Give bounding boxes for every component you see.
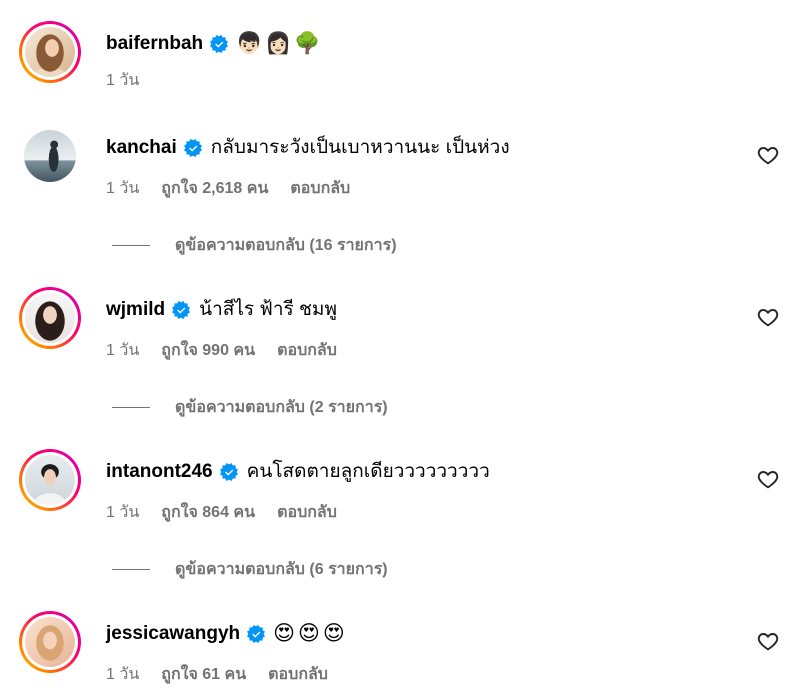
comment-item: jessicawangyh 😍😍😍 1 วัน ถูกใจ 61 คน ตอบก…	[0, 611, 800, 691]
view-replies-button[interactable]: ดูข้อความตอบกลับ (6 รายการ)	[112, 556, 388, 582]
comment-text: 😍😍😍	[273, 622, 348, 645]
reply-button[interactable]: ตอบกลับ	[268, 662, 328, 687]
view-replies-button[interactable]: ดูข้อความตอบกลับ (16 รายการ)	[112, 232, 397, 258]
comment-meta: 1 วัน	[106, 67, 139, 93]
like-count[interactable]: ถูกใจ 864 คน	[161, 500, 255, 525]
heart-icon[interactable]	[756, 143, 780, 167]
comment-meta: 1 วัน ถูกใจ 61 คน ตอบกลับ	[106, 661, 328, 687]
like-count[interactable]: ถูกใจ 2,618 คน	[161, 176, 268, 201]
heart-icon[interactable]	[756, 629, 780, 653]
replies-divider-line	[112, 244, 150, 246]
verified-badge-icon	[172, 301, 191, 319]
comment-header: kanchai กลับมาระวังเป็นเบาหวานนะ เป็นห่ว…	[106, 135, 510, 161]
username[interactable]: kanchai	[106, 135, 177, 161]
comment-text: น้าสีไร ฟ้ารี ชมพู	[199, 299, 337, 320]
like-button[interactable]	[756, 629, 780, 653]
comment-item: baifernbah 👦🏻👩🏻🌳 1 วัน	[0, 21, 800, 101]
comment-time[interactable]: 1 วัน	[106, 176, 139, 201]
avatar-photo	[24, 130, 76, 182]
comment-meta: 1 วัน ถูกใจ 990 คน ตอบกลับ	[106, 337, 337, 363]
comment-header: wjmild น้าสีไร ฟ้ารี ชมพู	[106, 297, 337, 323]
comment-time[interactable]: 1 วัน	[106, 338, 139, 363]
comment-header: intanont246 คนโสดตายลูกเดียววววววววว	[106, 459, 490, 485]
username[interactable]: jessicawangyh	[106, 621, 240, 647]
avatar-photo	[25, 293, 75, 343]
comment-header: jessicawangyh 😍😍😍	[106, 621, 348, 647]
reply-button[interactable]: ตอบกลับ	[277, 500, 337, 525]
verified-badge-icon	[247, 625, 266, 643]
comment-text: กลับมาระวังเป็นเบาหวานนะ เป็นห่วง	[210, 137, 510, 158]
view-replies-label: ดูข้อความตอบกลับ (6 รายการ)	[175, 560, 388, 578]
username[interactable]: wjmild	[106, 297, 165, 323]
comment-text: 👦🏻👩🏻🌳	[236, 32, 324, 55]
verified-badge-icon	[219, 463, 238, 481]
username[interactable]: intanont246	[106, 459, 213, 485]
comment-item: intanont246 คนโสดตายลูกเดียววววววววว 1 ว…	[0, 449, 800, 584]
comment-text: คนโสดตายลูกเดียววววววววว	[246, 461, 490, 482]
like-button[interactable]	[756, 305, 780, 329]
comment-meta: 1 วัน ถูกใจ 864 คน ตอบกลับ	[106, 499, 337, 525]
like-button[interactable]	[756, 143, 780, 167]
comment-header: baifernbah 👦🏻👩🏻🌳	[106, 31, 324, 57]
avatar[interactable]	[19, 449, 81, 511]
like-count[interactable]: ถูกใจ 61 คน	[161, 662, 246, 687]
heart-icon[interactable]	[756, 305, 780, 329]
avatar-photo	[25, 27, 75, 77]
like-count[interactable]: ถูกใจ 990 คน	[161, 338, 255, 363]
avatar[interactable]	[19, 287, 81, 349]
view-replies-button[interactable]: ดูข้อความตอบกลับ (2 รายการ)	[112, 394, 388, 420]
comment-item: kanchai กลับมาระวังเป็นเบาหวานนะ เป็นห่ว…	[0, 125, 800, 260]
avatar[interactable]	[19, 21, 81, 83]
comment-meta: 1 วัน ถูกใจ 2,618 คน ตอบกลับ	[106, 175, 350, 201]
like-button[interactable]	[756, 467, 780, 491]
avatar[interactable]	[19, 611, 81, 673]
reply-button[interactable]: ตอบกลับ	[290, 176, 350, 201]
verified-badge-icon	[210, 35, 229, 53]
replies-divider-line	[112, 406, 150, 408]
comment-time[interactable]: 1 วัน	[106, 662, 139, 687]
view-replies-label: ดูข้อความตอบกลับ (2 รายการ)	[175, 398, 388, 416]
replies-divider-line	[112, 568, 150, 570]
avatar-photo	[25, 455, 75, 505]
heart-icon[interactable]	[756, 467, 780, 491]
avatar-photo	[25, 617, 75, 667]
reply-button[interactable]: ตอบกลับ	[277, 338, 337, 363]
comment-time[interactable]: 1 วัน	[106, 68, 139, 93]
avatar[interactable]	[19, 125, 81, 187]
username[interactable]: baifernbah	[106, 31, 203, 57]
comment-time[interactable]: 1 วัน	[106, 500, 139, 525]
view-replies-label: ดูข้อความตอบกลับ (16 รายการ)	[175, 236, 397, 254]
verified-badge-icon	[183, 139, 202, 157]
comment-item: wjmild น้าสีไร ฟ้ารี ชมพู 1 วัน ถูกใจ 99…	[0, 287, 800, 422]
